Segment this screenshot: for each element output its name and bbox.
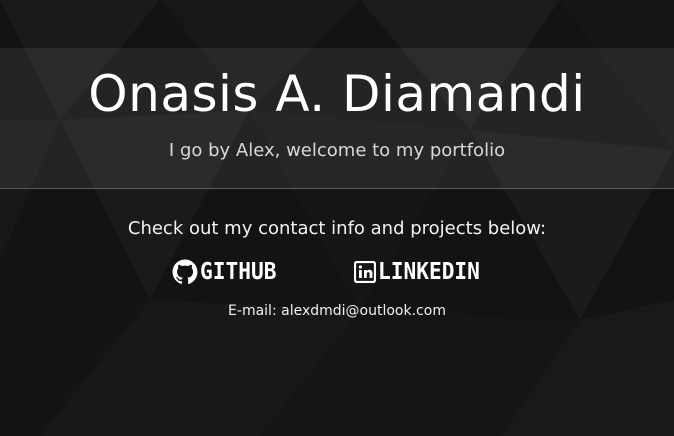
- github-label: GITHUB: [200, 259, 277, 285]
- linkedin-link[interactable]: LINKEDIN: [354, 256, 489, 288]
- email-line: E-mail: alexdmdi@outlook.com: [0, 301, 674, 321]
- page-title: Onasis A. Diamandi: [88, 65, 586, 123]
- email-label: E-mail:: [228, 303, 277, 319]
- tagline: I go by Alex, welcome to my portfolio: [168, 140, 506, 161]
- social-links: GITHUB LINKEDIN: [0, 256, 674, 288]
- linkedin-label: LINKEDIN: [378, 259, 480, 285]
- linkedin-icon: [354, 261, 376, 283]
- email-link[interactable]: alexdmdi@outlook.com: [281, 303, 446, 319]
- github-icon: [172, 259, 198, 284]
- github-link[interactable]: GITHUB: [172, 256, 283, 288]
- contact-intro: Check out my contact info and projects b…: [127, 218, 547, 239]
